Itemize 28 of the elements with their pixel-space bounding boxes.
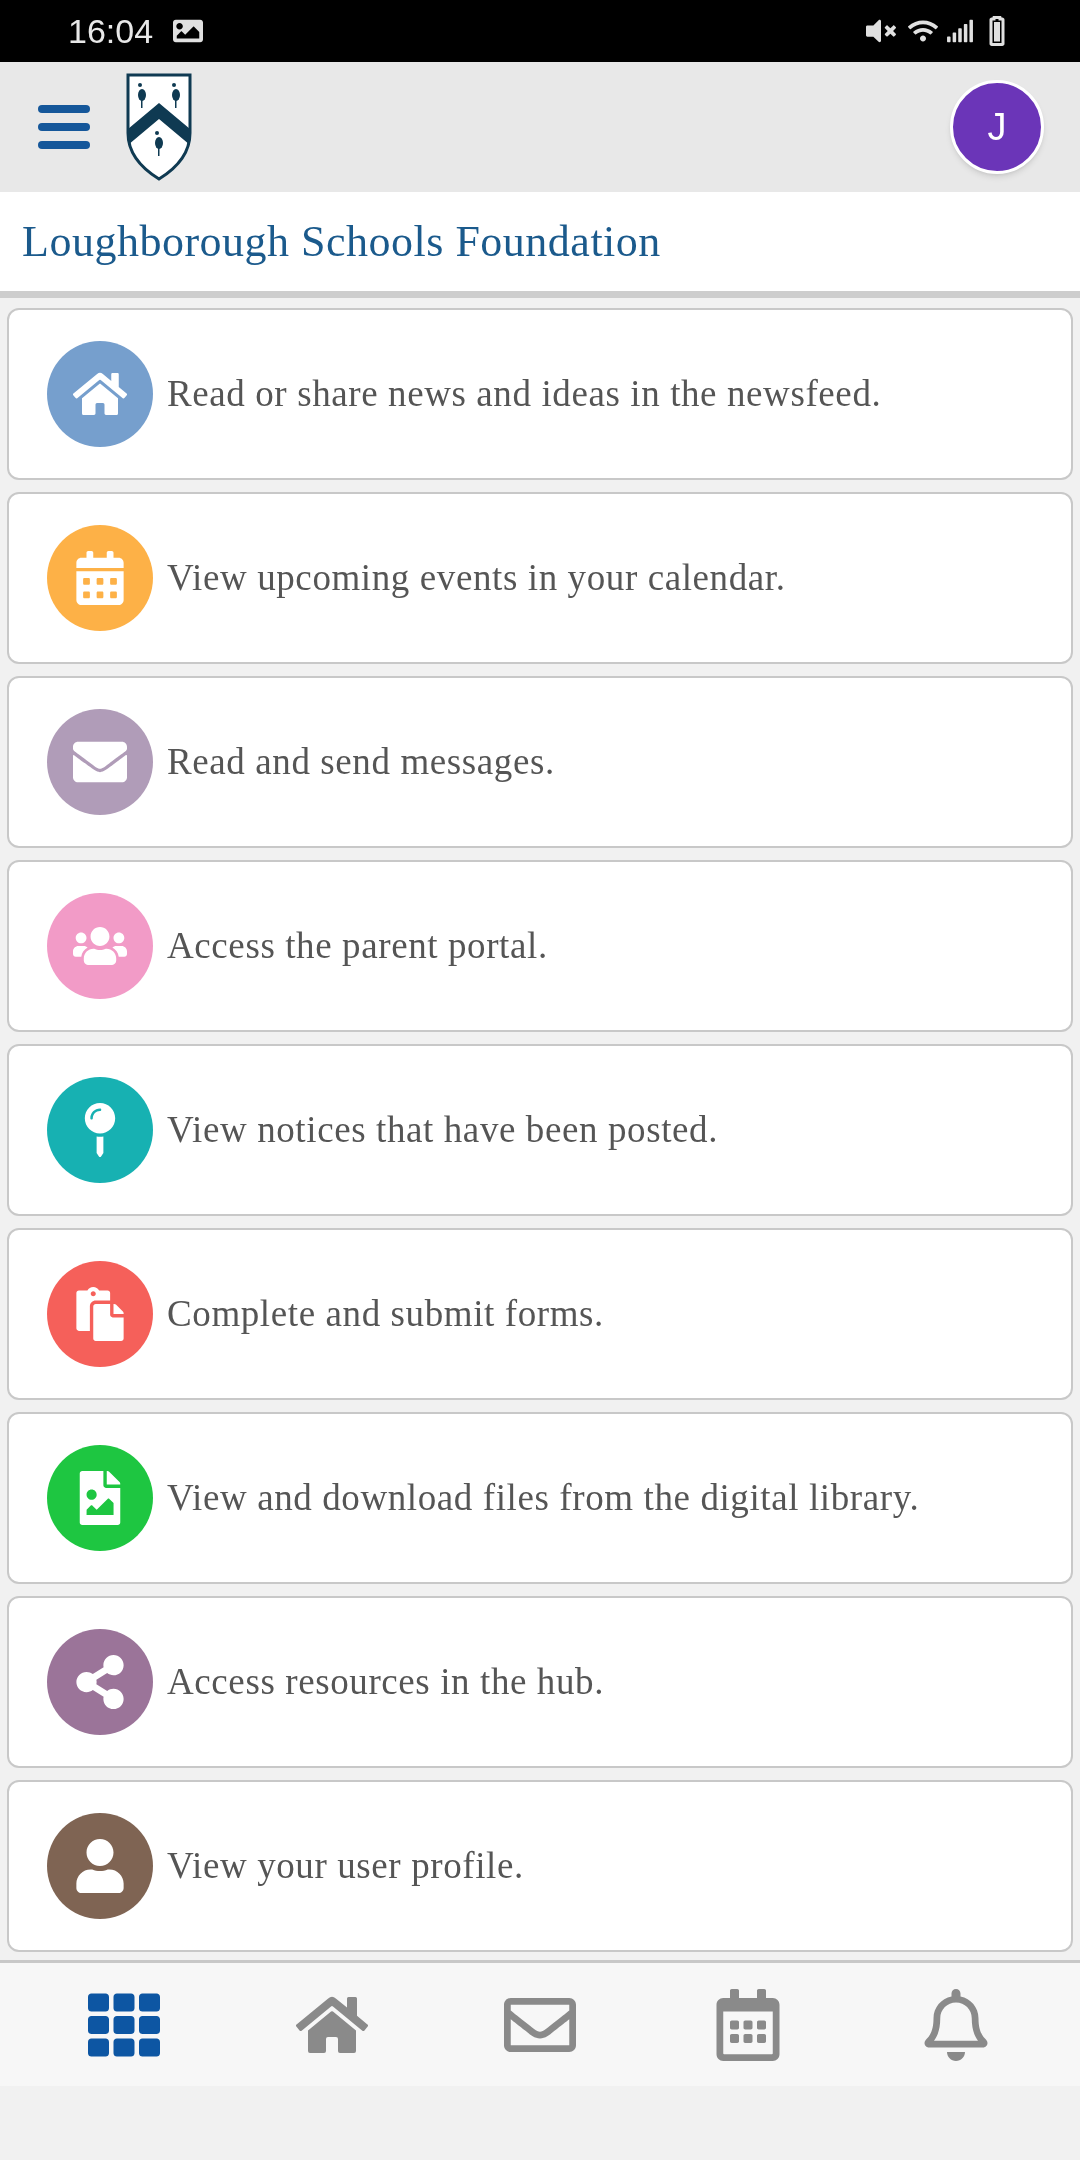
documents-icon [73, 1287, 127, 1341]
feature-card[interactable]: Read and send messages. [7, 676, 1073, 848]
menu-button[interactable] [38, 105, 90, 149]
feature-card[interactable]: Access the parent portal. [7, 860, 1073, 1032]
feature-card[interactable]: View your user profile. [7, 1780, 1073, 1952]
feature-card[interactable]: View upcoming events in your calendar. [7, 492, 1073, 664]
feature-text: Access resources in the hub. [167, 1660, 605, 1704]
share-icon [73, 1655, 127, 1709]
feature-text: View your user profile. [167, 1844, 524, 1888]
feature-card[interactable]: Complete and submit forms. [7, 1228, 1073, 1400]
feature-card[interactable]: View and download files from the digital library. [7, 1412, 1073, 1584]
feature-text: View and download files from the digital library. [167, 1476, 920, 1520]
user-icon [73, 1839, 127, 1893]
signal-icon [946, 17, 974, 45]
page-title: Loughborough Schools Foundation [22, 215, 661, 268]
feature-text: Read or share news and ideas in the newsfeed. [167, 372, 882, 416]
avatar-button[interactable]: J [950, 80, 1044, 174]
feature-text: View upcoming events in your calendar. [167, 556, 786, 600]
feature-card[interactable]: Read or share news and ideas in the newsfeed. [7, 308, 1073, 480]
calendar-icon [73, 551, 127, 605]
feature-text: Complete and submit forms. [167, 1292, 604, 1336]
status-time: 16:04 [68, 10, 154, 52]
feature-card[interactable]: View notices that have been posted. [7, 1044, 1073, 1216]
feature-text: Access the parent portal. [167, 924, 548, 968]
school-crest-icon [126, 73, 192, 181]
feature-text: View notices that have been posted. [167, 1108, 718, 1152]
feature-text: Read and send messages. [167, 740, 555, 784]
feature-card[interactable]: Access resources in the hub. [7, 1596, 1073, 1768]
